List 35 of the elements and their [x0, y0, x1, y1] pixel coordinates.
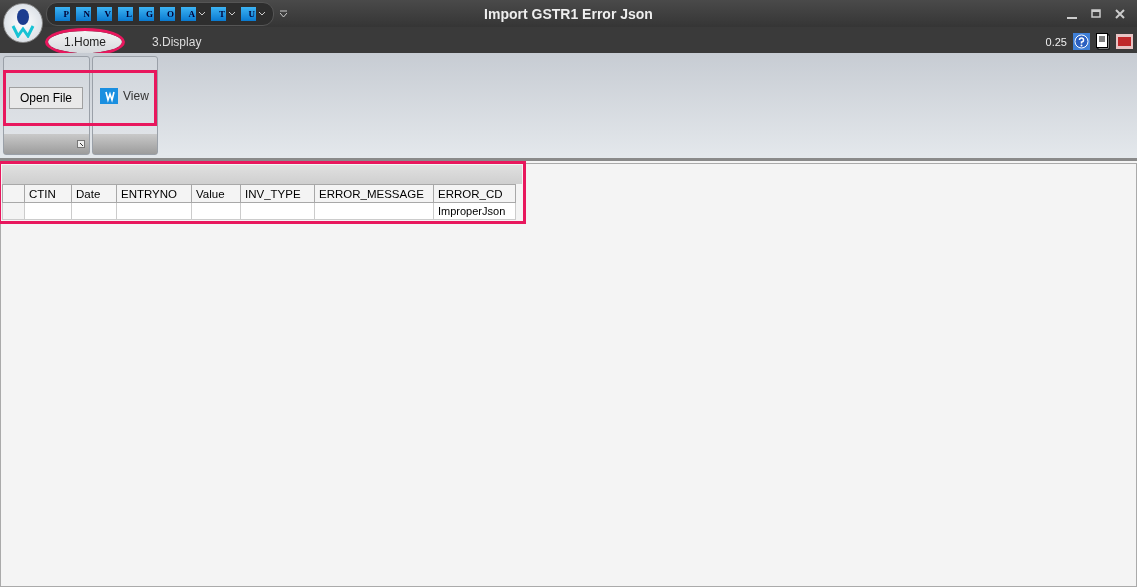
column-header[interactable]: INV_TYPE [240, 184, 315, 203]
table-cell: ImproperJson [433, 202, 516, 220]
open-file-button[interactable]: Open File [9, 86, 84, 109]
column-header[interactable]: CTIN [24, 184, 72, 203]
quick-access-button[interactable]: O [160, 6, 175, 21]
quick-access-button[interactable]: G [139, 6, 154, 21]
version-label: 0.25 [1045, 35, 1067, 48]
quick-access-button[interactable]: N [76, 6, 91, 21]
launcher-icon[interactable] [77, 140, 85, 148]
table-cell [191, 202, 241, 220]
exit-sign-icon[interactable] [1116, 34, 1133, 49]
document-icon[interactable] [1096, 33, 1110, 50]
column-header[interactable]: Date [71, 184, 117, 203]
quick-access-button[interactable]: L [118, 6, 133, 21]
app-logo[interactable] [3, 3, 43, 43]
close-icon[interactable] [1115, 8, 1125, 19]
column-header[interactable]: ENTRYNO [116, 184, 192, 203]
table-cell [71, 202, 117, 220]
ribbon-tab[interactable]: 3.Display [136, 31, 218, 53]
column-header[interactable]: Value [191, 184, 241, 203]
caret-icon [229, 11, 235, 16]
maximize-icon[interactable] [1091, 8, 1101, 19]
window-icon [100, 87, 118, 104]
table-cell [24, 202, 72, 220]
column-header[interactable]: ERROR_MESSAGE [314, 184, 434, 203]
ribbon-tab[interactable]: 1.Home [48, 31, 123, 53]
column-header[interactable]: ERROR_CD [433, 184, 516, 203]
quick-access-button[interactable]: V [97, 6, 112, 21]
quick-access-button[interactable]: P [55, 6, 70, 21]
help-icon[interactable] [1073, 33, 1090, 50]
caret-icon [259, 11, 265, 16]
window-title: Import GSTR1 Error Json [484, 5, 653, 22]
caret-icon [199, 11, 205, 16]
view-button[interactable]: View [98, 87, 151, 104]
customize-icon[interactable] [280, 9, 287, 18]
